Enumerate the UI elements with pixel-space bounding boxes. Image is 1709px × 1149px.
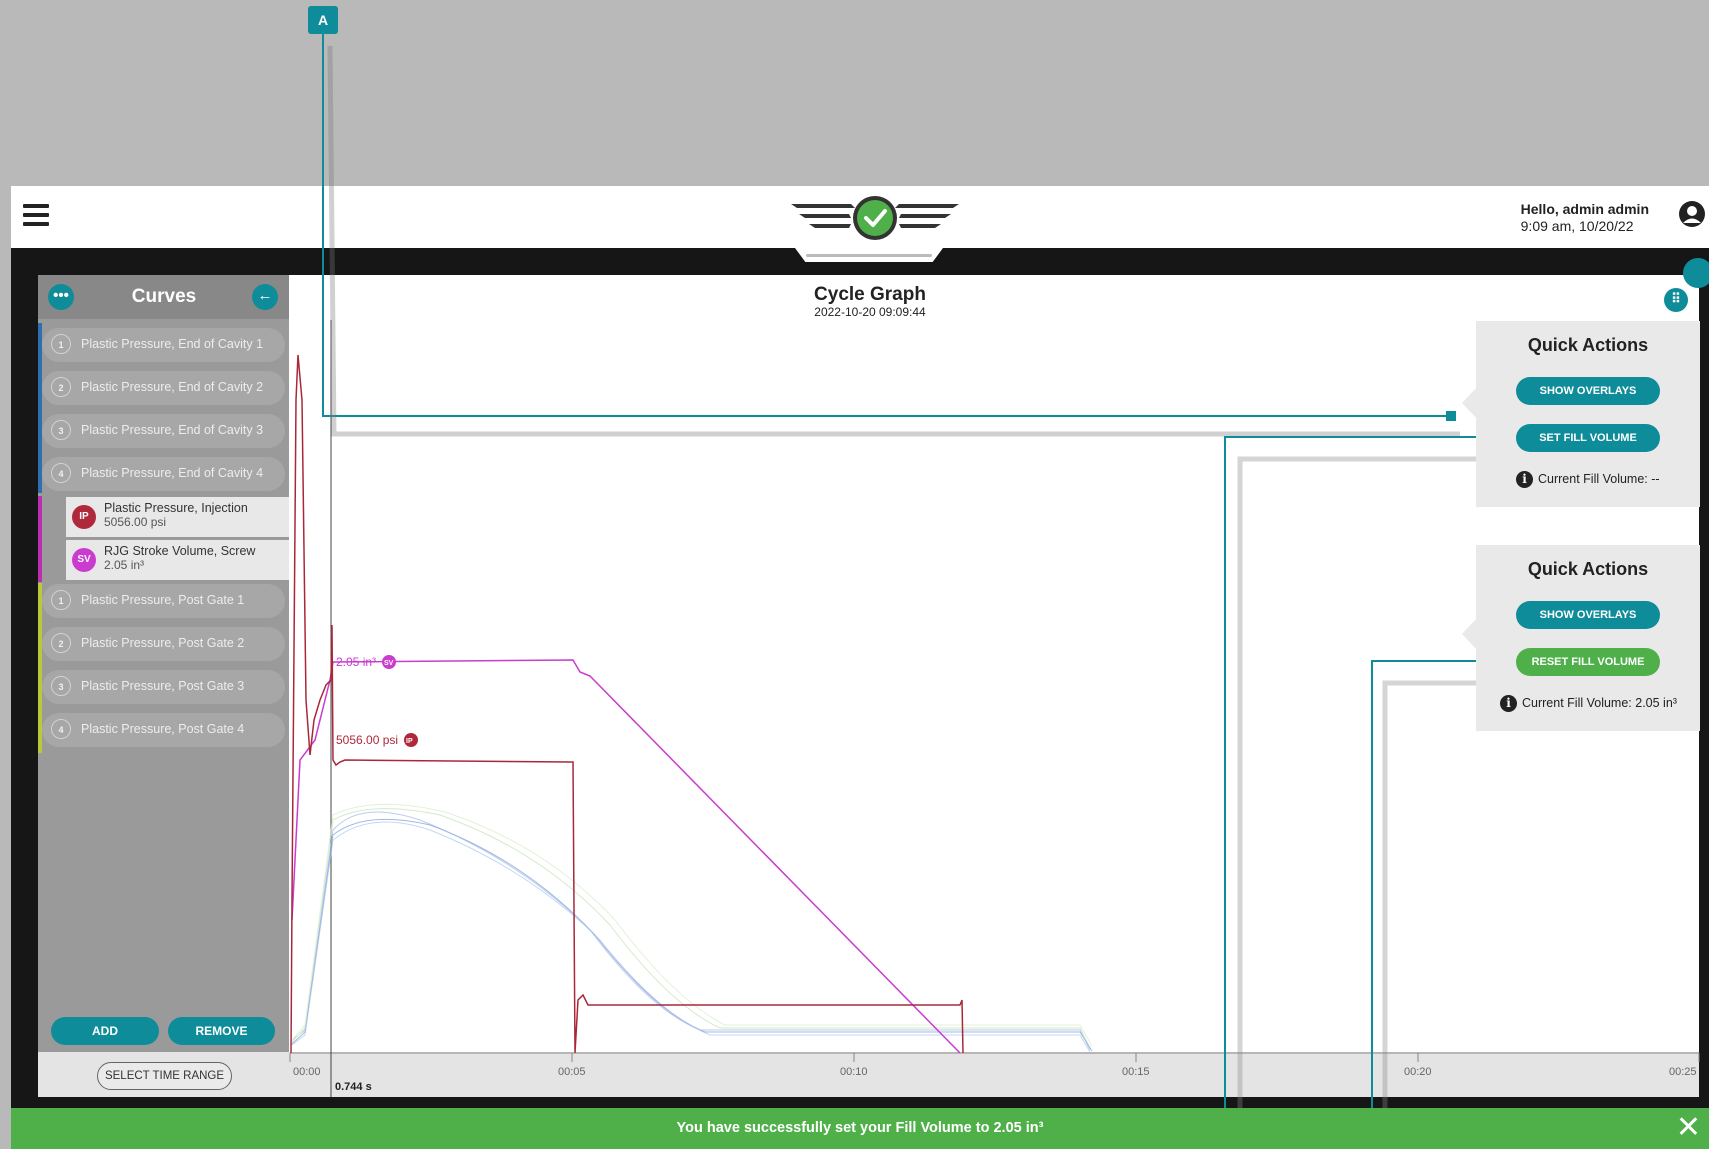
success-toast: You have successfully set your Fill Volu… <box>11 1108 1709 1149</box>
fill-volume-value: 2.05 in³ <box>1635 695 1677 710</box>
x-tick-label: 00:10 <box>840 1066 868 1078</box>
callout-lines <box>322 34 1508 1149</box>
quick-actions-title: Quick Actions <box>1527 335 1649 355</box>
x-tick-label: 00:15 <box>1122 1066 1150 1078</box>
cursor-time-label: 0.744 s <box>335 1081 372 1093</box>
x-tick-label: 00:05 <box>558 1066 586 1078</box>
quick-actions-panel: Quick Actions SHOW OVERLAYS SET FILL VOL… <box>1476 321 1700 507</box>
info-icon: i <box>1516 471 1533 488</box>
x-tick-label: 00:20 <box>1404 1066 1432 1078</box>
sv-annotation-badge-text: SV <box>384 660 394 667</box>
x-tick-label: 00:25 <box>1669 1066 1697 1078</box>
current-fill-volume-info: i Current Fill Volume: -- <box>1516 471 1660 488</box>
ip-curve <box>290 354 964 1054</box>
info-icon: i <box>1500 695 1517 712</box>
fill-volume-value: -- <box>1651 471 1660 486</box>
set-fill-volume-button[interactable]: SET FILL VOLUME <box>1516 424 1660 452</box>
cycle-graph-plot: 00:00 00:05 00:10 00:15 00:20 00:25 0.74… <box>289 34 1700 1149</box>
current-fill-volume-info: i Current Fill Volume: 2.05 in³ <box>1500 695 1677 712</box>
quick-actions-panel: Quick Actions SHOW OVERLAYS RESET FILL V… <box>1476 545 1700 731</box>
ip-annotation: 5056.00 psi <box>336 733 398 747</box>
show-overlays-button[interactable]: SHOW OVERLAYS <box>1516 601 1660 629</box>
reset-fill-volume-button[interactable]: RESET FILL VOLUME <box>1516 648 1660 676</box>
toast-message: You have successfully set your Fill Volu… <box>676 1120 1044 1136</box>
ip-annotation-badge-text: IP <box>406 738 413 745</box>
x-tick-label: 00:00 <box>293 1066 321 1078</box>
show-overlays-button[interactable]: SHOW OVERLAYS <box>1516 377 1660 405</box>
sv-annotation: 2.05 in³ <box>336 655 376 669</box>
close-icon[interactable]: ✕ <box>1676 1108 1701 1148</box>
fill-volume-label: Current Fill Volume: <box>1522 695 1632 710</box>
x-axis-ticks <box>289 1053 1700 1062</box>
quick-actions-title: Quick Actions <box>1527 559 1649 579</box>
cavity-curves <box>291 803 1093 1053</box>
callout-anchor <box>1446 411 1456 421</box>
fill-volume-label: Current Fill Volume: <box>1538 471 1648 486</box>
sv-curve <box>291 659 961 1054</box>
